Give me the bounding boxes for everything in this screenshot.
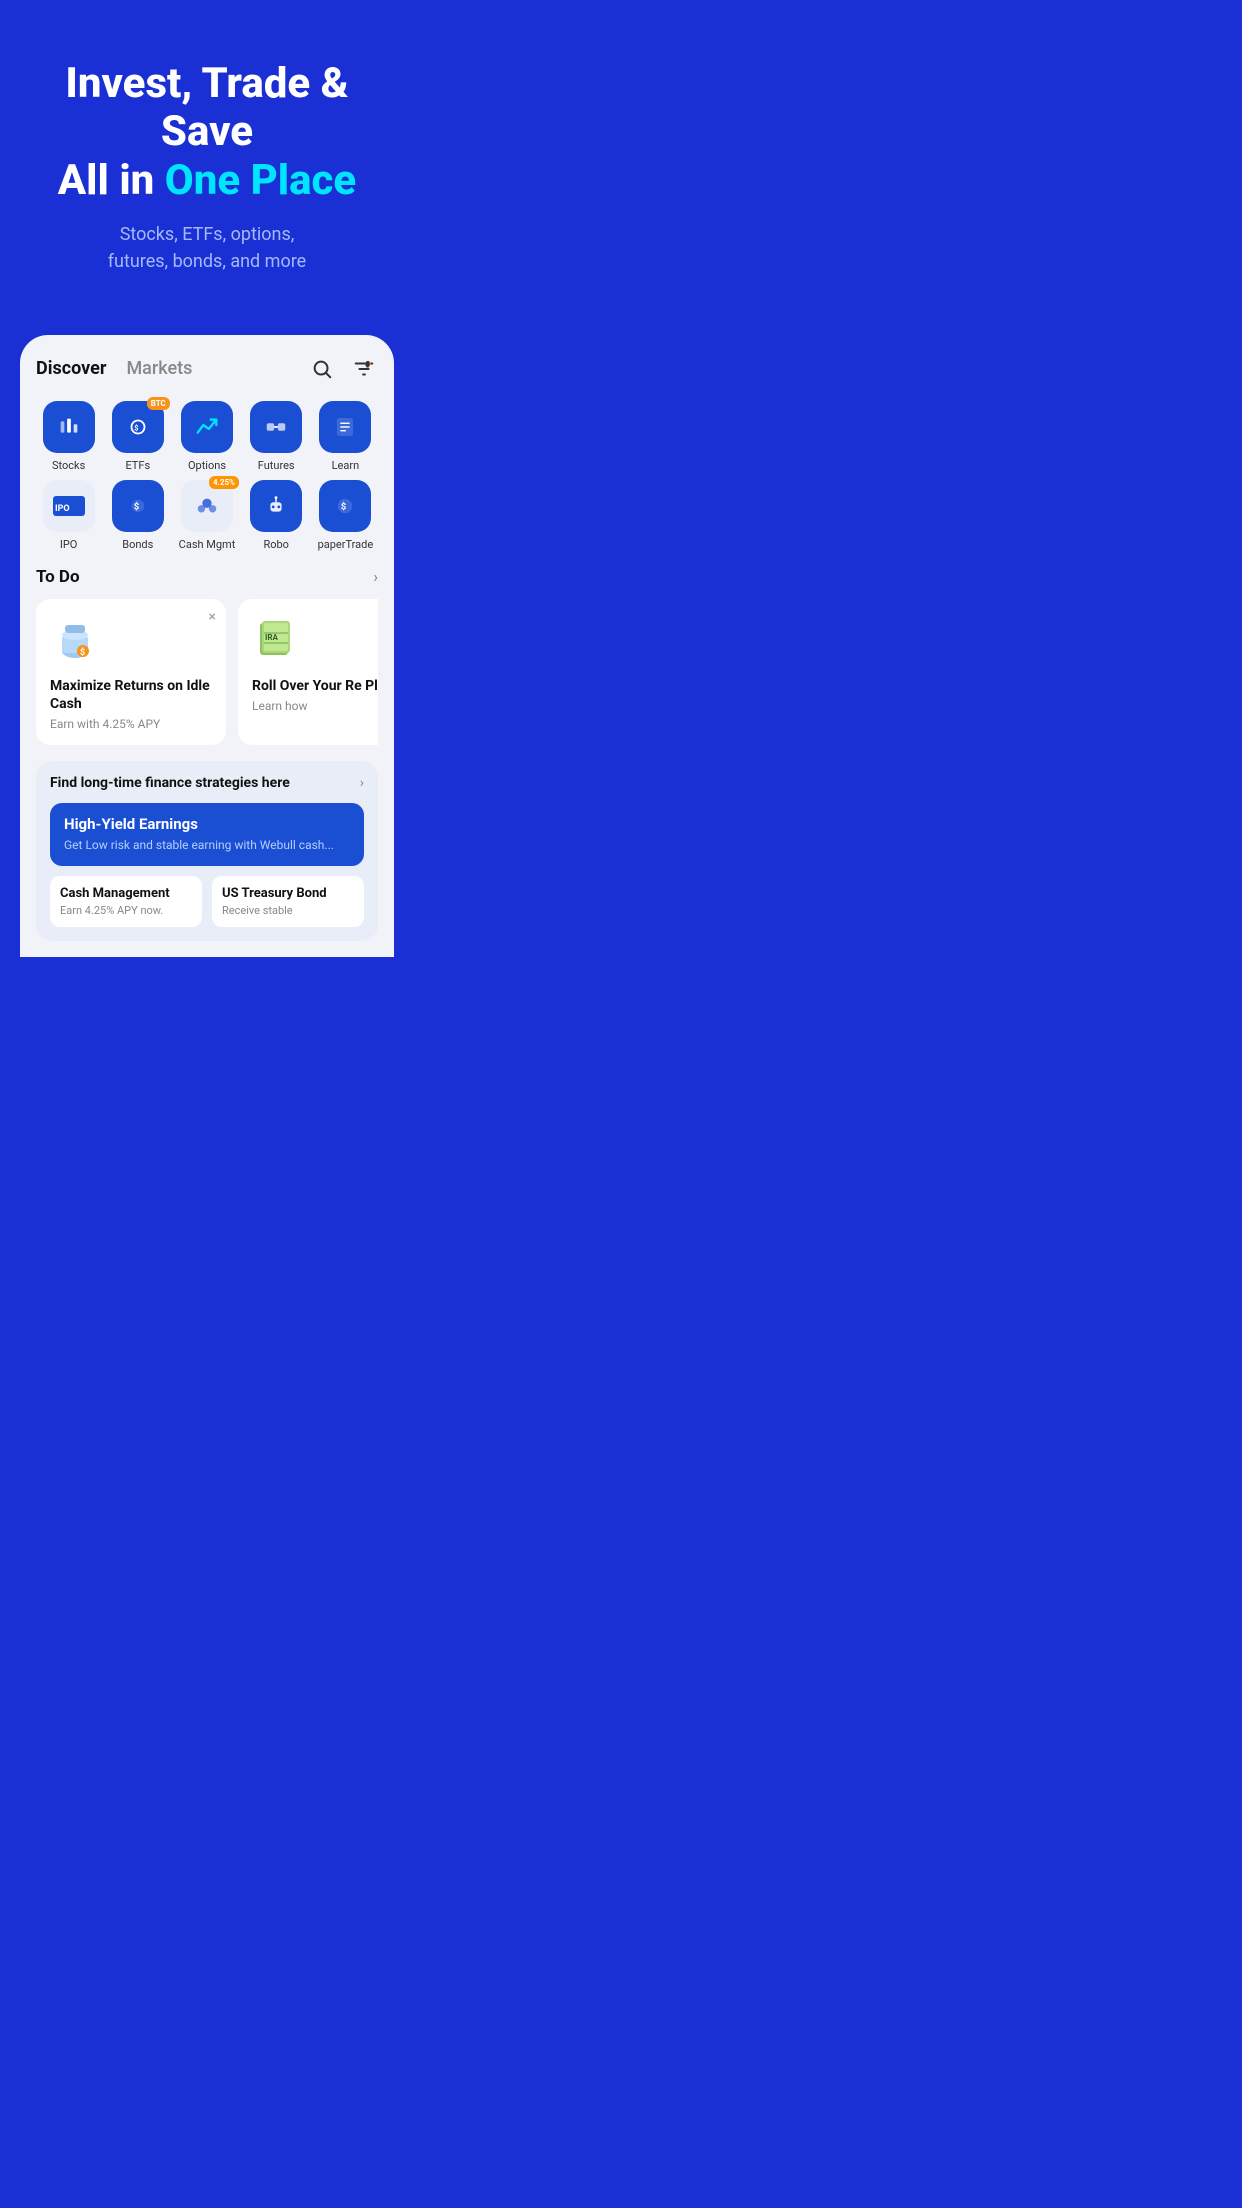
todo-card-cash: × $ Maximize Returns on Idle Cash Earn w… xyxy=(36,599,226,745)
options-label: Options xyxy=(188,459,226,472)
stocks-label: Stocks xyxy=(52,459,85,472)
finance-arrow-icon[interactable]: › xyxy=(360,775,364,791)
category-bonds[interactable]: $ Bonds xyxy=(105,480,170,551)
todo-arrow-icon[interactable]: › xyxy=(373,567,378,586)
todo-ira-title: Roll Over Your Re Plan xyxy=(252,677,378,695)
hero-title: Invest, Trade & Save All in One Place xyxy=(30,60,384,205)
app-card: Discover Markets $ xyxy=(20,335,394,957)
svg-text:IRA: IRA xyxy=(265,633,278,642)
finance-card-cash[interactable]: Cash Management Earn 4.25% APY now. xyxy=(50,876,202,927)
finance-treasury-title: US Treasury Bond xyxy=(222,886,354,901)
search-icon[interactable] xyxy=(308,355,336,383)
finance-highlight-subtitle: Get Low risk and stable earning with Web… xyxy=(64,837,350,854)
todo-cards: × $ Maximize Returns on Idle Cash Earn w… xyxy=(36,599,378,745)
close-icon[interactable]: × xyxy=(209,609,216,625)
category-learn[interactable]: Learn xyxy=(313,401,378,472)
todo-ira-sub: Learn how xyxy=(252,699,378,713)
finance-section: Find long-time finance strategies here ›… xyxy=(36,761,378,941)
bonds-label: Bonds xyxy=(122,538,153,551)
finance-header: Find long-time finance strategies here › xyxy=(50,775,364,791)
cash-badge: 4.25% xyxy=(209,476,239,489)
todo-title: To Do xyxy=(36,567,80,587)
svg-text:$: $ xyxy=(134,424,138,433)
todo-card-cash-image: $ xyxy=(50,613,212,667)
tab-markets[interactable]: Markets xyxy=(126,358,192,379)
filter-icon[interactable]: $ xyxy=(350,355,378,383)
category-grid-row2: IPO IPO $ Bonds xyxy=(36,480,378,551)
todo-card-ira-image: IRA xyxy=(252,613,378,667)
tabs-icons: $ xyxy=(308,355,378,383)
learn-label: Learn xyxy=(332,459,360,472)
category-cash-mgmt[interactable]: 4.25% Cash Mgmt xyxy=(174,480,239,551)
category-ipo[interactable]: IPO IPO xyxy=(36,480,101,551)
finance-treasury-sub: Receive stable xyxy=(222,904,354,917)
tabs-left: Discover Markets xyxy=(36,358,192,379)
svg-text:$: $ xyxy=(134,502,139,513)
hero-line2-prefix: All in xyxy=(58,156,165,205)
finance-cash-title: Cash Management xyxy=(60,886,192,901)
todo-section-header: To Do › xyxy=(36,567,378,587)
tabs-row: Discover Markets $ xyxy=(36,355,378,383)
todo-cash-title: Maximize Returns on Idle Cash xyxy=(50,677,212,713)
hero-line1: Invest, Trade & Save xyxy=(65,59,348,156)
category-futures[interactable]: Futures xyxy=(244,401,309,472)
todo-card-ira: IRA Roll Over Your Re Plan Learn how xyxy=(238,599,378,745)
svg-text:IPO: IPO xyxy=(55,504,70,514)
finance-highlight[interactable]: High-Yield Earnings Get Low risk and sta… xyxy=(50,803,364,866)
finance-cards-row: Cash Management Earn 4.25% APY now. US T… xyxy=(50,876,364,927)
category-etfs[interactable]: $ BTC ETFs xyxy=(105,401,170,472)
finance-highlight-title: High-Yield Earnings xyxy=(64,815,350,833)
hero-subtitle: Stocks, ETFs, options, futures, bonds, a… xyxy=(30,221,384,275)
category-options[interactable]: Options xyxy=(174,401,239,472)
finance-title: Find long-time finance strategies here xyxy=(50,775,290,791)
etfs-badge: BTC xyxy=(147,397,170,410)
ipo-label: IPO xyxy=(60,538,78,551)
cash-mgmt-label: Cash Mgmt xyxy=(179,538,236,551)
category-stocks[interactable]: Stocks xyxy=(36,401,101,472)
category-papertrade[interactable]: $ paperTrade xyxy=(313,480,378,551)
hero-line2-highlight: One Place xyxy=(165,156,356,205)
robo-label: Robo xyxy=(263,538,289,551)
hero-section: Invest, Trade & Save All in One Place St… xyxy=(0,0,414,305)
tab-discover[interactable]: Discover xyxy=(36,358,106,379)
finance-cash-sub: Earn 4.25% APY now. xyxy=(60,904,192,917)
svg-text:$: $ xyxy=(341,502,346,513)
todo-cash-sub: Earn with 4.25% APY xyxy=(50,717,212,731)
futures-label: Futures xyxy=(258,459,295,472)
category-robo[interactable]: Robo xyxy=(244,480,309,551)
finance-card-treasury[interactable]: US Treasury Bond Receive stable xyxy=(212,876,364,927)
papertrade-label: paperTrade xyxy=(318,538,374,551)
svg-text:$: $ xyxy=(80,647,85,658)
category-grid-row1: Stocks $ BTC ETFs xyxy=(36,401,378,472)
etfs-label: ETFs xyxy=(125,459,150,472)
